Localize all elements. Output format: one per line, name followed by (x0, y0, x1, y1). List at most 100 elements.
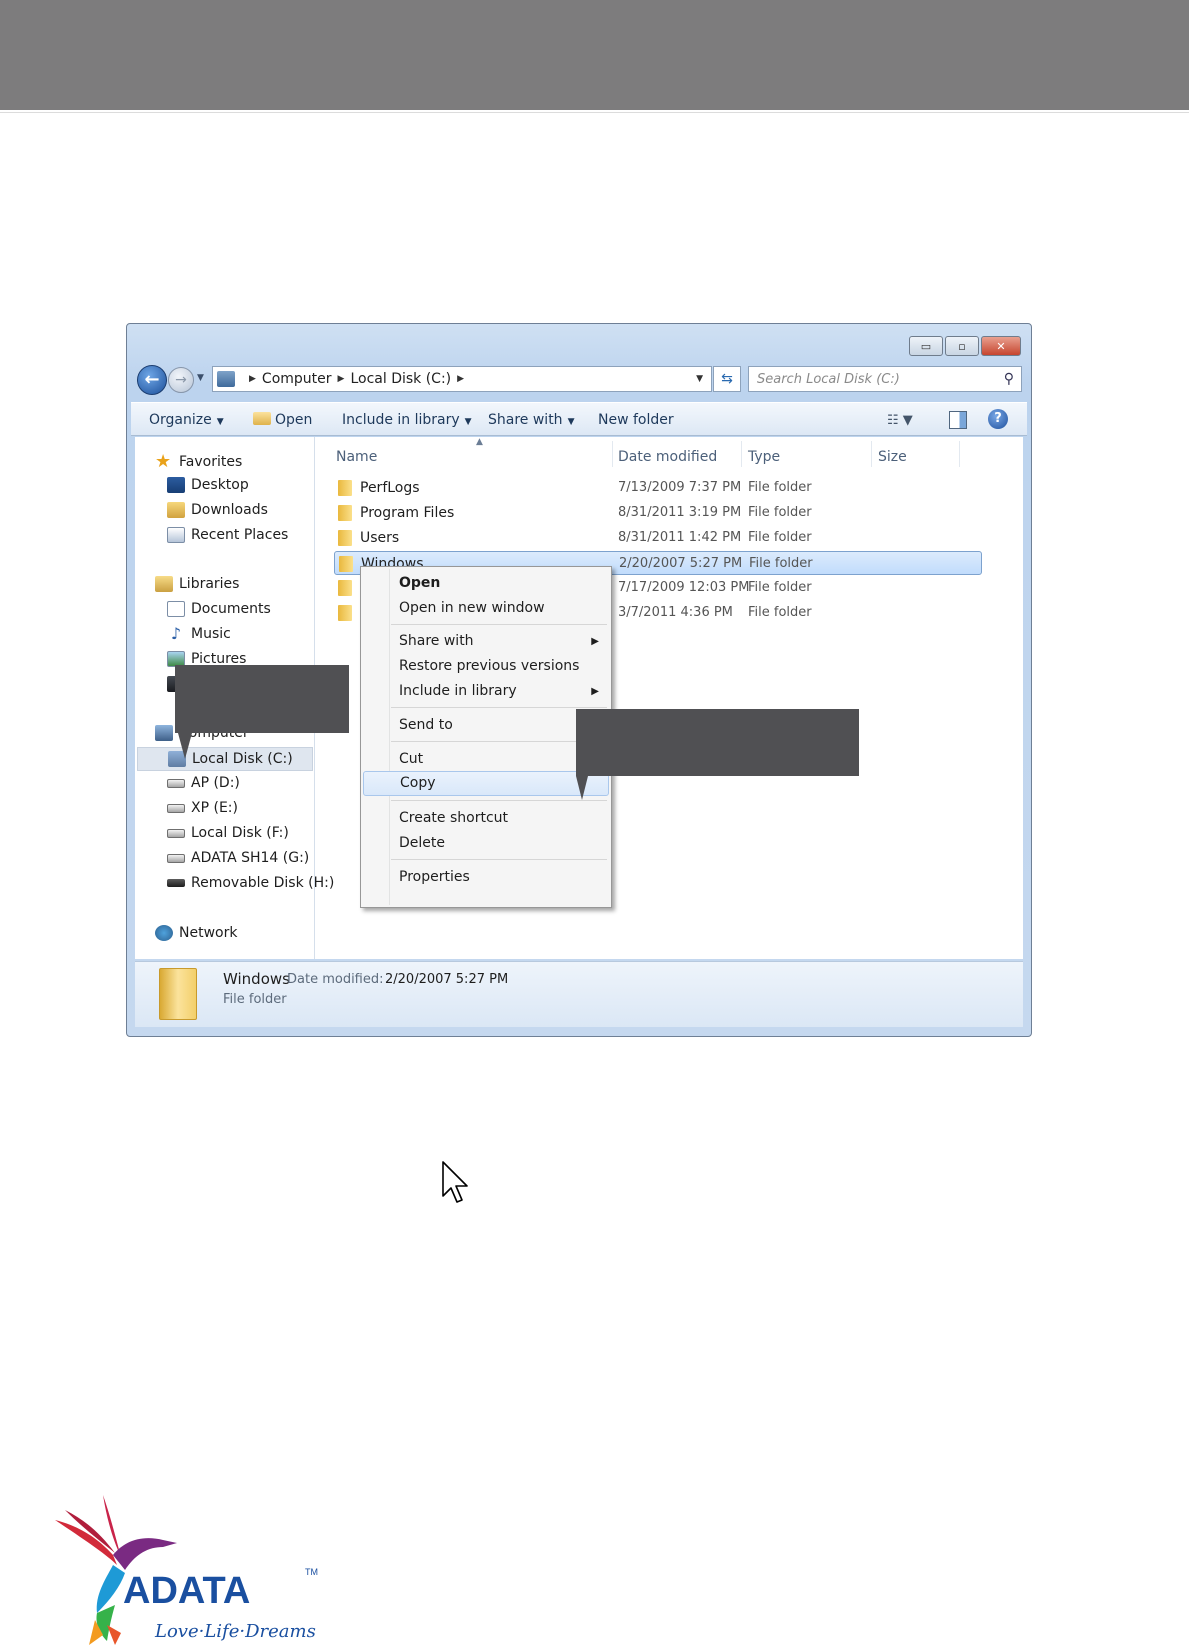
breadcrumb-computer[interactable]: Computer (262, 371, 332, 387)
menu-item-open-new-window[interactable]: Open in new window (363, 596, 609, 621)
nav-item-recent-places[interactable]: Recent Places (167, 527, 288, 543)
chevron-right-icon[interactable]: ▶ (457, 374, 464, 384)
menu-item-create-shortcut[interactable]: Create shortcut (363, 806, 609, 831)
minimize-button[interactable]: ▭ (909, 336, 943, 356)
open-button[interactable]: Open (253, 412, 312, 428)
menu-item-send-to[interactable]: Send to (363, 713, 609, 738)
nav-libraries[interactable]: Libraries (155, 576, 239, 592)
nav-item-label: AP (D:) (191, 775, 240, 791)
back-arrow-icon: ← (144, 369, 160, 390)
file-date: 7/13/2009 7:37 PM (618, 480, 742, 495)
search-icon[interactable]: ⚲ (1004, 371, 1014, 387)
preview-pane-icon[interactable] (949, 411, 967, 429)
search-input[interactable]: Search Local Disk (C:) ⚲ (748, 366, 1022, 392)
details-type: File folder (223, 992, 287, 1007)
context-menu: Open Open in new window Share with ▶ Rest… (360, 566, 612, 908)
refresh-icon: ⇆ (721, 371, 733, 387)
column-divider[interactable] (871, 441, 872, 467)
menu-item-copy[interactable]: Copy (363, 771, 609, 796)
desktop-icon (167, 477, 185, 493)
column-header-type[interactable]: Type (748, 449, 780, 465)
file-date: 7/17/2009 12:03 PM (618, 580, 750, 595)
new-folder-button[interactable]: New folder (598, 412, 674, 428)
callout-box-right (576, 709, 859, 776)
forward-button[interactable]: → (168, 367, 194, 393)
nav-item-documents[interactable]: Documents (167, 601, 271, 617)
folder-icon (338, 605, 352, 621)
nav-item-downloads[interactable]: Downloads (167, 502, 268, 518)
include-in-library-label: Include in library (342, 412, 460, 428)
maximize-button[interactable]: ▫ (945, 336, 979, 356)
music-icon: ♪ (170, 624, 182, 643)
callout-pointer-left (178, 733, 192, 759)
libraries-icon (155, 576, 173, 592)
menu-item-properties[interactable]: Properties (363, 865, 609, 890)
refresh-button[interactable]: ⇆ (713, 366, 741, 392)
breadcrumb-local-disk[interactable]: Local Disk (C:) (350, 371, 451, 387)
menu-item-delete[interactable]: Delete (363, 831, 609, 856)
submenu-arrow-icon: ▶ (591, 686, 599, 697)
nav-network[interactable]: Network (155, 925, 237, 941)
address-dropdown-icon[interactable]: ▼ (696, 374, 703, 384)
logo-tm-text: TM (305, 1567, 318, 1577)
computer-icon (155, 725, 173, 741)
menu-item-share-with[interactable]: Share with ▶ (363, 629, 609, 654)
back-button[interactable]: ← (137, 365, 167, 395)
header-bar (0, 0, 1189, 110)
file-row-program-files[interactable]: Program Files 8/31/2011 3:19 PM File fol… (334, 501, 982, 525)
nav-item-music[interactable]: ♪ Music (167, 624, 231, 643)
hard-drive-icon (167, 803, 185, 813)
menu-item-include-in-library[interactable]: Include in library ▶ (363, 679, 609, 704)
column-header-name[interactable]: Name (336, 449, 377, 465)
details-date-value: 2/20/2007 5:27 PM (385, 972, 509, 987)
column-header-date-modified[interactable]: Date modified (618, 449, 717, 465)
search-placeholder: Search Local Disk (C:) (757, 371, 900, 387)
recent-places-icon (167, 527, 185, 543)
nav-item-xp-e[interactable]: XP (E:) (167, 800, 238, 816)
address-row: ← → ▼ ▶ Computer ▶ Local Disk (C:) ▶ ▼ ⇆… (137, 364, 1023, 395)
column-header-size[interactable]: Size (878, 449, 907, 465)
change-view-icon[interactable]: ☷ ▼ (887, 413, 913, 428)
column-divider[interactable] (741, 441, 742, 467)
file-row-perflogs[interactable]: PerfLogs 7/13/2009 7:37 PM File folder (334, 476, 982, 500)
adata-logo: ADATA TM Love·Life·Dreams (55, 1495, 345, 1645)
chevron-right-icon[interactable]: ▶ (249, 374, 256, 384)
file-type: File folder (748, 530, 812, 545)
column-divider[interactable] (612, 441, 613, 467)
nav-item-removable-h[interactable]: Removable Disk (H:) (167, 875, 334, 891)
file-type: File folder (749, 556, 813, 571)
nav-item-desktop[interactable]: Desktop (167, 477, 249, 493)
menu-item-open[interactable]: Open (363, 571, 609, 596)
folder-icon (338, 580, 352, 596)
address-bar[interactable]: ▶ Computer ▶ Local Disk (C:) ▶ ▼ (212, 366, 712, 392)
menu-separator (391, 859, 607, 860)
menu-item-cut[interactable]: Cut (363, 747, 609, 772)
help-icon[interactable]: ? (988, 409, 1008, 429)
column-divider[interactable] (959, 441, 960, 467)
folder-icon (159, 968, 197, 1020)
documents-icon (167, 601, 185, 617)
removable-disk-icon (167, 879, 185, 887)
network-icon (155, 925, 173, 941)
chevron-right-icon[interactable]: ▶ (338, 374, 345, 384)
nav-item-label: Recent Places (191, 527, 289, 543)
menu-separator (391, 741, 607, 742)
file-row-users[interactable]: Users 8/31/2011 1:42 PM File folder (334, 526, 982, 550)
nav-item-adata-g[interactable]: ADATA SH14 (G:) (167, 850, 309, 866)
menu-separator (391, 800, 607, 801)
nav-item-ap-d[interactable]: AP (D:) (167, 775, 240, 791)
file-type: File folder (748, 480, 812, 495)
history-dropdown-icon[interactable]: ▼ (197, 373, 204, 383)
logo-brand-text: ADATA (123, 1570, 250, 1612)
share-with-button[interactable]: Share with ▼ (488, 412, 574, 428)
include-in-library-button[interactable]: Include in library ▼ (342, 412, 472, 428)
menu-item-label: Include in library (399, 683, 517, 699)
downloads-icon (167, 502, 185, 518)
organize-button[interactable]: Organize ▼ (149, 412, 224, 428)
nav-favorites[interactable]: ★ Favorites (155, 451, 242, 472)
close-button[interactable]: ✕ (981, 336, 1021, 356)
nav-item-local-disk-f[interactable]: Local Disk (F:) (167, 825, 289, 841)
header-divider (0, 112, 1189, 113)
nav-item-local-disk-c[interactable]: Local Disk (C:) (137, 747, 313, 771)
menu-item-restore-previous[interactable]: Restore previous versions (363, 654, 609, 679)
